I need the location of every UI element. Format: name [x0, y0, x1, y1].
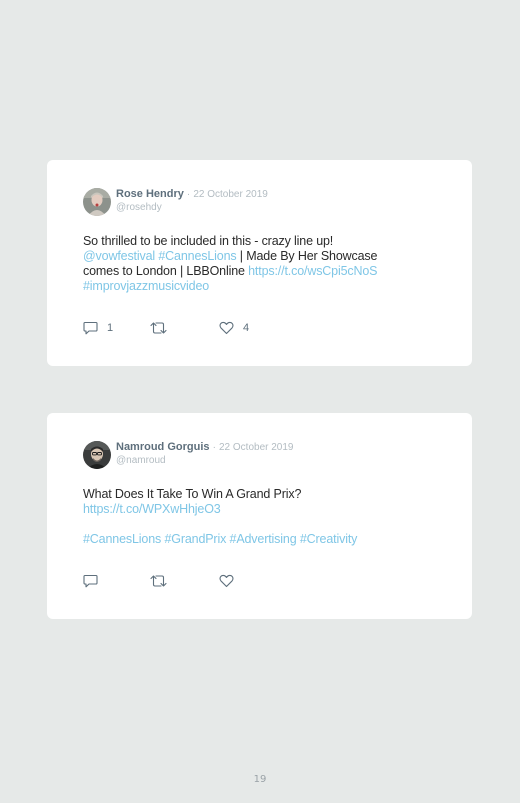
- retweet-icon: [150, 322, 167, 334]
- mention-link[interactable]: @vowfestival: [83, 249, 155, 263]
- retweet-button[interactable]: [150, 321, 167, 335]
- tweet-text-line: https://t.co/WPXwHhjeO3: [83, 502, 443, 517]
- paragraph-break: [83, 517, 443, 532]
- avatar[interactable]: [83, 188, 111, 216]
- tweet-card: Rose Hendry · 22 October 2019 @rosehdy S…: [47, 160, 472, 366]
- tweet-text-fragment: | Made By Her Showcase: [236, 249, 378, 263]
- tweet-actions: 1 4: [83, 321, 283, 335]
- author-handle[interactable]: @rosehdy: [116, 201, 268, 214]
- heart-icon: [219, 321, 234, 335]
- reply-icon: [83, 574, 98, 588]
- url-link[interactable]: https://t.co/WPXwHhjeO3: [83, 502, 221, 516]
- hashtag-link[interactable]: #CannesLions: [83, 532, 161, 546]
- tweet-text-fragment: comes to London | LBBOnline: [83, 264, 249, 278]
- retweet-button[interactable]: [150, 574, 167, 588]
- tweet-date: 22 October 2019: [218, 442, 294, 453]
- separator: ·: [212, 442, 216, 453]
- separator: ·: [186, 189, 191, 200]
- tweet-actions: [83, 574, 283, 588]
- hashtag-link[interactable]: #GrandPrix: [164, 532, 226, 546]
- avatar[interactable]: [83, 441, 111, 469]
- avatar-image: [83, 441, 111, 469]
- tweet-header: Rose Hendry · 22 October 2019 @rosehdy: [116, 188, 268, 214]
- reply-count: 1: [107, 322, 114, 334]
- reply-button[interactable]: 1: [83, 321, 113, 335]
- page-number: 19: [253, 774, 267, 785]
- heart-icon: [219, 574, 234, 588]
- tweet-text: What Does It Take To Win A Grand Prix? h…: [83, 487, 443, 547]
- tweet-text: So thrilled to be included in this - cra…: [83, 234, 443, 294]
- like-button[interactable]: [219, 574, 243, 588]
- author-name[interactable]: Rose Hendry: [116, 188, 184, 200]
- tweet-text-line: What Does It Take To Win A Grand Prix?: [83, 487, 302, 501]
- like-count: 4: [243, 322, 250, 334]
- hashtag-link[interactable]: #Creativity: [300, 532, 358, 546]
- tweet-text-line: #improvjazzmusicvideo: [83, 279, 443, 294]
- tweet-date: 22 October 2019: [193, 189, 268, 200]
- tweet-text-line: So thrilled to be included in this - cra…: [83, 234, 334, 248]
- retweet-icon: [150, 575, 167, 587]
- avatar-image: [83, 188, 111, 216]
- tweet-text-line: comes to London | LBBOnline https://t.co…: [83, 264, 443, 279]
- like-button[interactable]: 4: [219, 321, 249, 335]
- tweet-text-line: @vowfestival #CannesLions | Made By Her …: [83, 249, 443, 264]
- author-name[interactable]: Namroud Gorguis: [116, 441, 210, 453]
- tweet-text-line: #CannesLions #GrandPrix #Advertising #Cr…: [83, 532, 443, 547]
- hashtag-link[interactable]: #Advertising: [230, 532, 297, 546]
- tweet-header: Namroud Gorguis · 22 October 2019 @namro…: [116, 441, 293, 467]
- tweet-card: Namroud Gorguis · 22 October 2019 @namro…: [47, 413, 472, 619]
- reply-icon: [83, 321, 98, 335]
- hashtag-link[interactable]: #CannesLions: [158, 249, 236, 263]
- hashtag-link[interactable]: #improvjazzmusicvideo: [83, 279, 209, 293]
- author-handle[interactable]: @namroud: [116, 454, 293, 467]
- url-link[interactable]: https://t.co/wsCpi5cNoS: [248, 264, 377, 278]
- reply-button[interactable]: [83, 574, 107, 588]
